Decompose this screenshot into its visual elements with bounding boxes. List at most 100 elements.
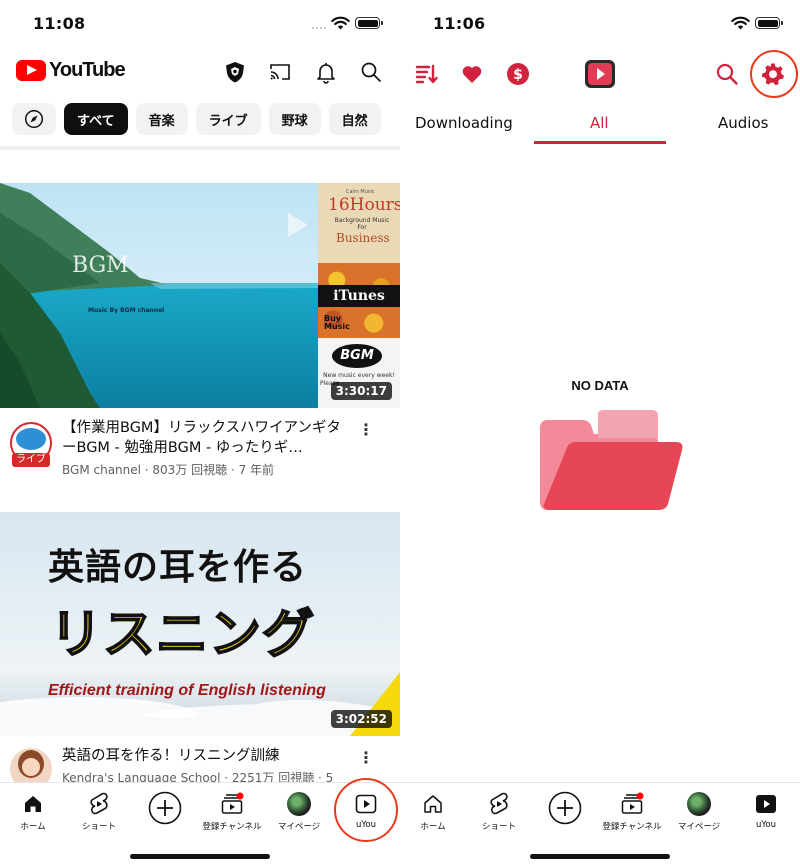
youtube-wordmark: YouTube	[49, 59, 126, 81]
bgm-channel-logo	[16, 428, 46, 450]
create-plus-icon	[148, 791, 182, 825]
nav-home[interactable]: ホーム	[0, 791, 66, 832]
player-app-icon[interactable]	[584, 59, 616, 89]
compass-icon	[24, 109, 44, 129]
nav-create[interactable]	[132, 791, 198, 825]
more-options-icon[interactable]: ⋮	[358, 420, 374, 439]
chip-music[interactable]: 音楽	[135, 103, 188, 135]
nav-shorts[interactable]: ショート	[466, 791, 532, 832]
video-meta: Kendra's Language School · 2251万 回視聴 · 5	[62, 771, 334, 782]
subscriptions-icon	[221, 792, 244, 814]
empty-folder-icon	[540, 410, 683, 510]
live-badge: ライブ	[12, 453, 50, 467]
thumbnail-listening-text: リスニング	[49, 604, 316, 666]
wifi-icon	[331, 16, 350, 30]
highlight-circle-uyou	[334, 778, 398, 842]
video-info[interactable]: 英語の耳を作る！リスニング訓練 Kendra's Language School…	[0, 746, 400, 782]
shorts-icon	[490, 792, 508, 815]
thumbnail-english-text: Efficient training of English listening	[48, 682, 326, 699]
home-indicator	[530, 854, 670, 859]
nav-subscriptions-label: 登録チャンネル	[602, 822, 662, 832]
home-indicator	[130, 854, 270, 859]
nav-create[interactable]	[532, 791, 598, 825]
nav-my-page-label: マイページ	[677, 822, 721, 832]
youtube-home-screen: 11:08 YouTube すべて 音楽 ライブ 野球 自然 BGM Music…	[0, 0, 400, 867]
video-meta: BGM channel · 803万 回視聴 · 7 年前	[62, 463, 275, 477]
thumbnail-headline: 英語の耳を作る	[48, 547, 308, 588]
nav-shorts-label: ショート	[81, 822, 116, 832]
chip-all[interactable]: すべて	[64, 103, 128, 135]
chip-live[interactable]: ライブ	[195, 103, 261, 135]
highlight-circle-settings	[750, 50, 798, 98]
nav-my-page[interactable]: マイページ	[666, 791, 732, 832]
profile-avatar	[287, 792, 311, 816]
shorts-icon	[90, 792, 108, 815]
battery-icon	[355, 17, 383, 29]
status-bar: 11:06	[400, 0, 800, 48]
bgm-oval-logo: BGM	[332, 344, 382, 368]
tab-downloading[interactable]: Downloading	[415, 114, 513, 132]
sort-icon[interactable]	[415, 62, 439, 86]
signal-icon	[312, 26, 326, 29]
chip-baseball[interactable]: 野球	[268, 103, 321, 135]
chip-nature[interactable]: 自然	[328, 103, 381, 135]
nav-subscriptions[interactable]: 登録チャンネル	[199, 791, 265, 832]
background-music-text: Background Music For	[334, 217, 390, 231]
video-duration: 3:02:52	[330, 710, 392, 728]
notifications-bell-icon[interactable]	[314, 60, 338, 84]
channel-avatar[interactable]	[10, 748, 52, 782]
thumbnail-bgm-text: BGM	[72, 253, 129, 278]
create-plus-icon	[548, 791, 582, 825]
tab-audios[interactable]: Audios	[718, 114, 768, 132]
tab-all[interactable]: All	[590, 114, 609, 132]
explore-chip[interactable]	[12, 103, 56, 135]
subscriptions-icon	[621, 792, 644, 814]
more-options-icon[interactable]: ⋮	[358, 748, 374, 767]
status-time: 11:06	[433, 14, 486, 33]
itunes-text: iTunes	[318, 285, 400, 307]
youtube-logo[interactable]: YouTube	[16, 59, 126, 82]
youtube-play-logo-icon	[16, 60, 46, 81]
empty-state-text: NO DATA	[571, 378, 629, 393]
active-tab-indicator	[534, 141, 666, 144]
youtube-header: YouTube	[0, 52, 400, 92]
new-music-text: New music every week!	[323, 372, 395, 379]
status-time: 11:08	[33, 14, 86, 33]
profile-avatar	[687, 792, 711, 816]
cast-icon[interactable]	[268, 60, 292, 84]
search-icon[interactable]	[715, 62, 739, 86]
nav-shorts-label: ショート	[481, 822, 516, 832]
donate-dollar-icon[interactable]: $	[506, 62, 530, 86]
nav-home-label: ホーム	[20, 822, 46, 832]
nav-uyou[interactable]: uYou	[733, 791, 799, 830]
video-thumbnail[interactable]: 英語の耳を作る リスニング Efficient training of Engl…	[0, 512, 400, 736]
nav-uyou-label: uYou	[755, 820, 777, 830]
nav-shorts[interactable]: ショート	[66, 791, 132, 832]
avatar-face	[22, 758, 40, 776]
buy-music-text: Buy Music	[324, 314, 350, 331]
16hours-text: 16Hours	[328, 195, 400, 215]
bottom-navigation: ホーム ショート 登録チャンネル マイページ uYou	[400, 782, 800, 867]
wifi-icon	[731, 16, 750, 30]
home-outline-icon	[424, 795, 442, 813]
video-thumbnail[interactable]: BGM Music By BGM channel Calm Music 16Ho…	[0, 183, 400, 408]
nav-my-page[interactable]: マイページ	[266, 791, 332, 832]
favorites-heart-icon[interactable]	[460, 62, 484, 86]
svg-text:$: $	[513, 67, 523, 83]
nav-home[interactable]: ホーム	[400, 791, 466, 832]
uyou-downloads-screen: 11:06 $ Downloading All Audios NO DATA ホ…	[400, 0, 800, 867]
search-icon[interactable]	[359, 60, 383, 84]
nav-my-page-label: マイページ	[277, 822, 321, 832]
thumbnail-play-icon	[288, 213, 308, 237]
video-title[interactable]: 英語の耳を作る！リスニング訓練	[62, 746, 352, 766]
video-title[interactable]: 【作業用BGM】リラックスハワイアンギターBGM - 勉強用BGM - ゆったり…	[62, 418, 352, 458]
nav-home-label: ホーム	[420, 822, 446, 832]
business-text: Business	[336, 231, 390, 245]
video-duration: 3:30:17	[330, 382, 392, 400]
thumbnail-side-panel: Calm Music 16Hours Background Music For …	[318, 183, 400, 408]
home-filled-icon	[25, 796, 41, 812]
nav-subscriptions[interactable]: 登録チャンネル	[599, 791, 665, 832]
status-bar: 11:08	[0, 0, 400, 48]
video-info[interactable]: ライブ 【作業用BGM】リラックスハワイアンギターBGM - 勉強用BGM - …	[0, 418, 400, 488]
adblock-shield-icon[interactable]	[223, 60, 247, 84]
